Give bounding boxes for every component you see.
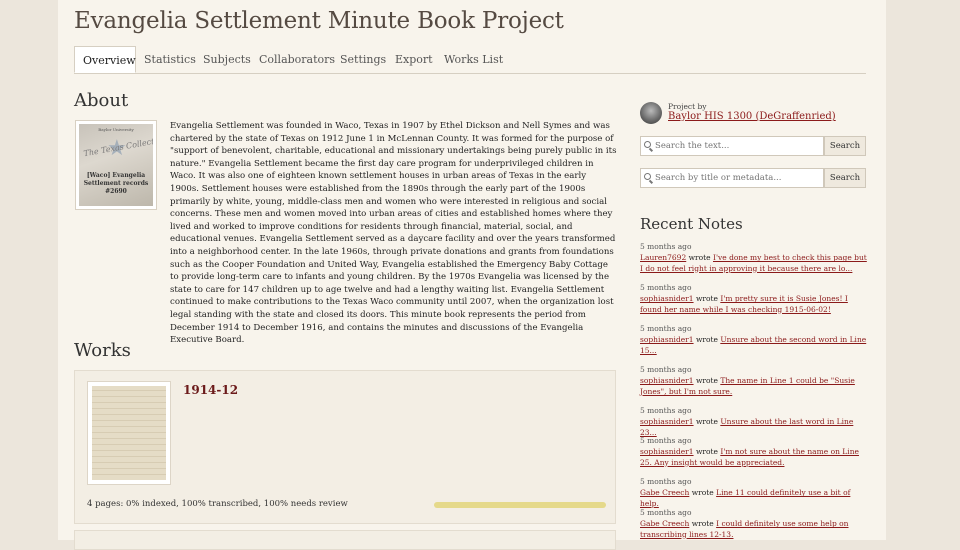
search-text-input[interactable] (640, 136, 824, 156)
note-item: 5 months ago Gabe Creech wrote I could d… (640, 508, 870, 540)
search-icon (644, 173, 651, 180)
note-verb: wrote (695, 294, 718, 304)
search-text-form: Search (640, 136, 866, 156)
note-item: 5 months ago sophiasnider1 wrote The nam… (640, 365, 870, 397)
note-user-link[interactable]: sophiasnider1 (640, 376, 694, 385)
note-item: 5 months ago Lauren7692 wrote I've done … (640, 242, 870, 274)
note-verb: wrote (695, 376, 718, 386)
note-user-link[interactable]: Gabe Creech (640, 519, 689, 528)
work-progress-fill (434, 502, 606, 508)
tab-overview[interactable]: Overview (74, 46, 136, 73)
work-card (74, 530, 616, 550)
tab-collaborators[interactable]: Collaborators (251, 46, 343, 73)
work-card: 1914-12 4 pages: 0% indexed, 100% transc… (74, 370, 616, 524)
work-thumbnail[interactable] (87, 381, 171, 485)
work-title-link[interactable]: 1914-12 (183, 383, 238, 397)
page-title: Evangelia Settlement Minute Book Project (74, 8, 564, 34)
note-item: 5 months ago sophiasnider1 wrote I'm not… (640, 436, 870, 468)
collection-thumbnail[interactable]: Baylor University ★ The Texas Collection… (75, 120, 157, 210)
thumbnail-institution: Baylor University (98, 127, 134, 132)
note-user-link[interactable]: Gabe Creech (640, 488, 689, 497)
avatar (640, 102, 662, 124)
note-verb: wrote (695, 417, 718, 427)
note-item: 5 months ago Gabe Creech wrote Line 11 c… (640, 477, 870, 509)
note-verb: wrote (691, 488, 714, 498)
note-time: 5 months ago (640, 436, 692, 445)
note-verb: wrote (688, 253, 711, 263)
about-text: Evangelia Settlement was founded in Waco… (170, 121, 617, 346)
note-user-link[interactable]: sophiasnider1 (640, 335, 694, 344)
search-icon (644, 141, 651, 148)
note-time: 5 months ago (640, 242, 692, 251)
note-user-link[interactable]: sophiasnider1 (640, 447, 694, 456)
note-user-link[interactable]: sophiasnider1 (640, 294, 694, 303)
note-item: 5 months ago sophiasnider1 wrote I'm pre… (640, 283, 870, 315)
tab-subjects[interactable]: Subjects (195, 46, 259, 73)
note-time: 5 months ago (640, 324, 692, 333)
search-metadata-button[interactable]: Search (824, 168, 866, 188)
note-verb: wrote (695, 335, 718, 345)
works-heading: Works (74, 340, 131, 361)
note-time: 5 months ago (640, 508, 692, 517)
note-user-link[interactable]: Lauren7692 (640, 253, 686, 262)
search-text-button[interactable]: Search (824, 136, 866, 156)
owner-by-label: Project by (668, 102, 707, 111)
owner-link[interactable]: Baylor HIS 1300 (DeGraffenried) (668, 111, 836, 122)
search-metadata-input[interactable] (640, 168, 824, 188)
tab-statistics[interactable]: Statistics (136, 46, 204, 73)
note-item: 5 months ago sophiasnider1 wrote Unsure … (640, 406, 870, 438)
note-verb: wrote (691, 519, 714, 529)
work-progress-bar (434, 502, 606, 508)
note-time: 5 months ago (640, 477, 692, 486)
note-time: 5 months ago (640, 283, 692, 292)
about-heading: About (74, 90, 129, 111)
tab-export[interactable]: Export (387, 46, 441, 73)
thumbnail-label: [Waco] Evangelia Settlement records #269… (83, 172, 149, 195)
note-item: 5 months ago sophiasnider1 wrote Unsure … (640, 324, 870, 356)
note-user-link[interactable]: sophiasnider1 (640, 417, 694, 426)
tab-bar: Overview Statistics Subjects Collaborato… (74, 46, 866, 74)
note-time: 5 months ago (640, 365, 692, 374)
tab-settings[interactable]: Settings (332, 46, 394, 73)
work-stats: 4 pages: 0% indexed, 100% transcribed, 1… (87, 499, 348, 509)
search-metadata-form: Search (640, 168, 866, 188)
note-time: 5 months ago (640, 406, 692, 415)
tab-works-list[interactable]: Works List (436, 46, 511, 73)
note-verb: wrote (695, 447, 718, 457)
page-container: Evangelia Settlement Minute Book Project… (58, 0, 886, 550)
recent-notes-heading: Recent Notes (640, 215, 743, 233)
